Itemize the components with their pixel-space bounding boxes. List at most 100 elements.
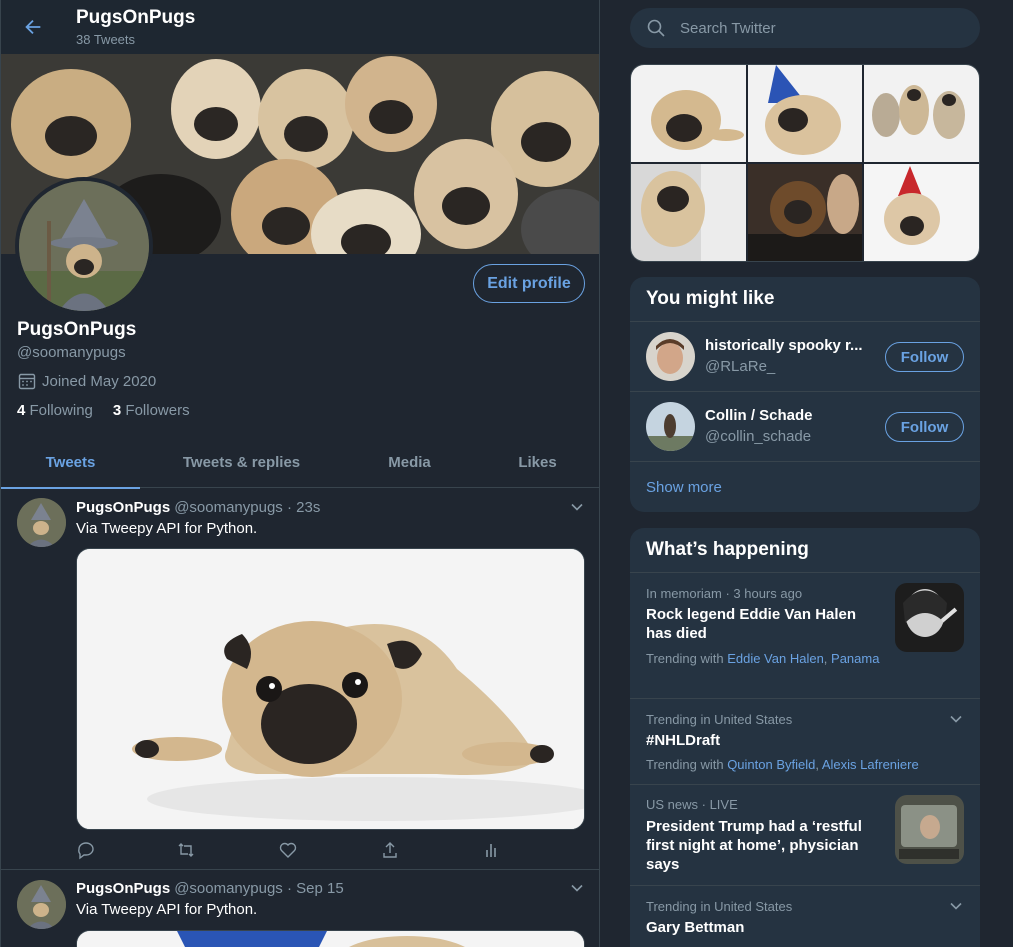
user-name: historically spooky r... — [705, 337, 863, 354]
who-to-follow-title: You might like — [630, 277, 980, 322]
tweet-media[interactable] — [76, 930, 585, 947]
calendar-icon — [18, 373, 36, 390]
reply-icon[interactable] — [76, 840, 96, 860]
tab-tweets-replies[interactable]: Tweets & replies — [140, 436, 343, 488]
tweet-separator: · — [286, 880, 292, 897]
share-icon[interactable] — [380, 840, 400, 860]
gallery-photo[interactable] — [631, 164, 746, 261]
pug-party-hat-photo-image — [747, 65, 863, 162]
trend-title: #NHLDraft — [646, 732, 721, 749]
pug-photo-image — [77, 549, 584, 829]
trend-related-link[interactable]: Quinton Byfield — [727, 757, 815, 772]
tweet-media[interactable] — [76, 548, 585, 830]
chevron-down-icon[interactable] — [948, 711, 964, 727]
trend-item[interactable]: US news · LIVE President Trump had a ‘re… — [630, 785, 980, 886]
tweet-time[interactable]: Sep 15 — [296, 880, 344, 897]
suggested-user[interactable]: Collin / Schade @collin_schade Follow — [630, 392, 980, 462]
tab-media[interactable]: Media — [343, 436, 476, 488]
chevron-down-icon[interactable] — [569, 880, 585, 896]
trend-related-link[interactable]: Panama — [831, 651, 879, 666]
pug-lying-photo-image — [631, 65, 746, 162]
trend-thumbnail — [895, 583, 964, 652]
search-box[interactable] — [630, 8, 980, 48]
tweet-header: PugsOnPugs @soomanypugs · 23s — [76, 499, 320, 516]
user-handle: @collin_schade — [705, 428, 812, 445]
tweet-time[interactable]: 23s — [296, 499, 320, 516]
analytics-icon[interactable] — [481, 840, 501, 860]
gallery-photo[interactable] — [864, 65, 979, 162]
trend-related-link[interactable]: Alexis Lafreniere — [822, 757, 919, 772]
trend-meta: In memoriam · 3 hours ago — [646, 586, 803, 601]
trend-title: President Trump had a ‘restful first nig… — [646, 818, 862, 873]
gallery-photo[interactable] — [747, 164, 863, 261]
tweet-author-name[interactable]: PugsOnPugs — [76, 499, 170, 516]
trend-item[interactable]: Trending in United States #NHLDraft Tren… — [630, 699, 980, 785]
tab-likes[interactable]: Likes — [476, 436, 599, 488]
following-count: 4 — [17, 402, 26, 419]
eddie-van-halen-photo-image — [895, 583, 964, 652]
edit-profile-button[interactable]: Edit profile — [473, 264, 585, 303]
tweet-header: PugsOnPugs @soomanypugs · Sep 15 — [76, 880, 344, 897]
tweet-count: 38 Tweets — [76, 32, 136, 47]
tweet-author-handle: @soomanypugs — [174, 499, 283, 516]
tweet-separator: · — [286, 499, 292, 516]
wizard-pug-avatar-image — [17, 498, 66, 547]
gallery-photo[interactable] — [864, 164, 979, 261]
media-gallery — [630, 64, 980, 262]
gallery-photo[interactable] — [631, 65, 746, 162]
show-more-link[interactable]: Show more — [630, 462, 980, 512]
trend-related-prefix: Trending with — [646, 651, 724, 666]
tweet-author-name[interactable]: PugsOnPugs — [76, 880, 170, 897]
pug-party-hat-photo-image — [77, 931, 584, 947]
wizard-pug-avatar-image — [19, 181, 149, 311]
header-title: PugsOnPugs — [76, 7, 196, 28]
profile-handle: @soomanypugs — [17, 344, 126, 361]
follow-button[interactable]: Follow — [885, 412, 964, 442]
trend-related-link[interactable]: Eddie Van Halen — [727, 651, 824, 666]
profile-avatar[interactable] — [15, 177, 153, 315]
chevron-down-icon[interactable] — [948, 898, 964, 914]
user-avatar[interactable] — [646, 402, 695, 451]
chevron-down-icon[interactable] — [569, 499, 585, 515]
profile-tabs: Tweets Tweets & replies Media Likes — [1, 436, 599, 489]
user-avatar[interactable] — [646, 332, 695, 381]
pug-red-hat-photo-image — [864, 164, 979, 261]
trend-title: Rock legend Eddie Van Halen has died — [646, 606, 857, 642]
tweet-item[interactable]: PugsOnPugs @soomanypugs · 23s Via Tweepy … — [1, 488, 599, 870]
user-handle: @RLaRe_ — [705, 358, 776, 375]
followers-link[interactable]: 3 Followers — [113, 402, 190, 419]
user-name: Collin / Schade — [705, 407, 813, 424]
back-button[interactable] — [21, 15, 45, 39]
trend-title: Gary Bettman — [646, 919, 745, 936]
trend-item[interactable]: In memoriam · 3 hours ago Rock legend Ed… — [630, 573, 980, 699]
tweet-item[interactable]: PugsOnPugs @soomanypugs · Sep 15 Via Twee… — [1, 870, 599, 947]
followers-count: 3 — [112, 402, 122, 419]
like-heart-icon[interactable] — [278, 840, 298, 860]
trump-car-photo-image — [895, 795, 964, 864]
trend-related: Trending with Eddie Van Halen, Panama — [646, 651, 880, 666]
search-input[interactable] — [680, 19, 950, 37]
tweet-avatar[interactable] — [17, 880, 66, 929]
trend-thumbnail — [895, 795, 964, 864]
suggested-user[interactable]: historically spooky r... @RLaRe_ Follow — [630, 322, 980, 392]
twitter-profile-page: PugsOnPugs 38 Tweets Edit profile PugsOn… — [0, 0, 1013, 947]
trend-item[interactable]: Trending in United States Gary Bettman — [630, 886, 980, 946]
pug-lion-costume-photo-image — [747, 164, 863, 261]
tab-tweets[interactable]: Tweets — [1, 436, 140, 489]
three-pugs-photo-image — [864, 65, 979, 162]
follow-button[interactable]: Follow — [885, 342, 964, 372]
following-link[interactable]: 4 Following — [17, 402, 93, 419]
search-icon — [647, 19, 665, 37]
gallery-photo[interactable] — [747, 65, 863, 162]
following-label: Following — [29, 402, 93, 419]
retweet-icon[interactable] — [176, 840, 196, 860]
user-photo-image — [646, 332, 695, 381]
tweet-avatar[interactable] — [17, 498, 66, 547]
who-to-follow-card: You might like historically spooky r... … — [630, 277, 980, 512]
pug-sitting-photo-image — [631, 164, 746, 261]
user-photo-image — [646, 402, 695, 451]
tweet-actions — [76, 840, 506, 860]
trend-meta: Trending in United States — [646, 712, 793, 727]
tweet-text: Via Tweepy API for Python. — [76, 520, 258, 537]
trend-related-prefix: Trending with — [646, 757, 724, 772]
